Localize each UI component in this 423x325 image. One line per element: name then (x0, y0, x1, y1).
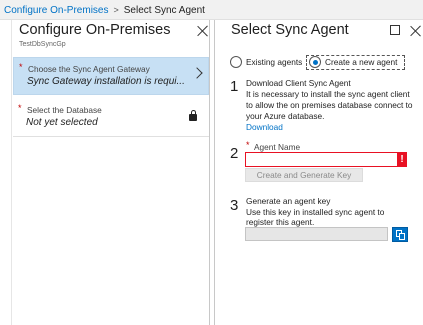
agent-name-input[interactable] (245, 152, 407, 167)
download-link[interactable]: Download (246, 122, 283, 133)
copy-icon[interactable] (392, 227, 408, 242)
right-blade-close-icon[interactable] (410, 25, 422, 37)
breadcrumb-separator: > (113, 5, 119, 15)
left-blade-close-icon[interactable] (197, 25, 209, 37)
required-marker: * (19, 62, 23, 72)
step-label: Select the Database (27, 105, 102, 115)
breadcrumb-link-configure-on-premises[interactable]: Configure On-Premises (4, 5, 108, 16)
radio-label: Existing agents (246, 57, 303, 67)
focus-outline (306, 55, 405, 70)
chevron-right-icon (191, 67, 203, 79)
step-value: Sync Gateway installation is requi... (27, 76, 185, 87)
step-value: Not yet selected (26, 117, 98, 128)
step-choose-sync-agent-gateway[interactable]: * Choose the Sync Agent Gateway Sync Gat… (13, 57, 209, 95)
agent-name-label: Agent Name (254, 142, 301, 152)
maximize-icon[interactable] (390, 25, 400, 35)
step1-heading: Download Client Sync Agent (246, 78, 351, 88)
step3-description-line: Use this key in installed sync agent to (246, 207, 385, 217)
required-marker: * (246, 140, 250, 150)
required-marker: * (18, 103, 22, 113)
configure-on-premises-blade: Configure On-Premises TestDbSyncGp * Cho… (11, 20, 210, 325)
copy-page-front (399, 233, 405, 240)
step-number-2: 2 (230, 145, 239, 162)
step1-description-line: your Azure database. (246, 111, 325, 121)
step-select-database: * Select the Database Not yet selected (13, 99, 209, 137)
step-label: Choose the Sync Agent Gateway (28, 64, 150, 74)
step-number-3: 3 (230, 197, 239, 214)
breadcrumb-current: Select Sync Agent (123, 5, 205, 16)
step1-description-line: It is necessary to install the sync agen… (246, 89, 410, 99)
agent-key-field[interactable] (245, 227, 388, 241)
create-and-generate-key-button[interactable]: Create and Generate Key (245, 168, 363, 182)
step3-heading: Generate an agent key (246, 196, 331, 206)
blade-gutter (0, 20, 11, 325)
step1-description-line: to allow the on premises database connec… (246, 100, 413, 110)
left-blade-subtitle: TestDbSyncGp (19, 41, 66, 48)
left-blade-title: Configure On-Premises (19, 22, 171, 38)
right-blade-title: Select Sync Agent (231, 22, 349, 38)
step-number-1: 1 (230, 78, 239, 95)
step3-description-line: register this agent. (246, 217, 315, 227)
breadcrumb: Configure On-Premises > Select Sync Agent (0, 0, 423, 20)
radio-button[interactable] (230, 56, 242, 68)
error-icon: ! (397, 152, 407, 167)
lock-icon (189, 110, 197, 121)
